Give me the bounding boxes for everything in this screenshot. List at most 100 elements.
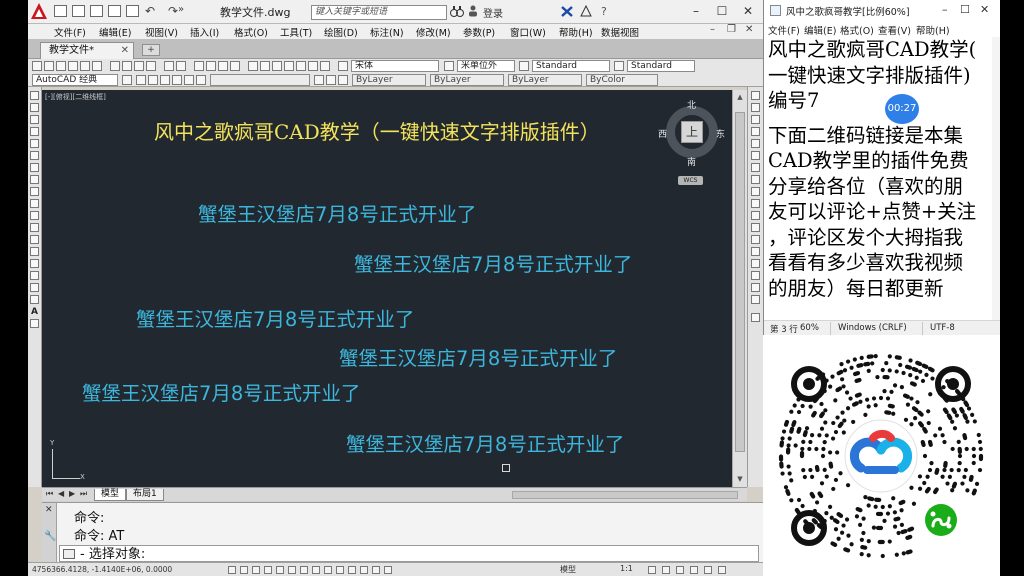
text-line-2[interactable]: 蟹堡王汉堡店7月8号正式开业了: [354, 248, 632, 277]
menu-parametric[interactable]: 参数(P): [463, 25, 495, 39]
ellipse-arc-tool-icon[interactable]: [30, 211, 39, 220]
blend-tool-icon[interactable]: [751, 283, 760, 292]
cursor-coordinates[interactable]: 4756366.4128, -1.4140E+06, 0.0000: [32, 565, 172, 574]
search-input[interactable]: 键入关键字或短语: [311, 5, 447, 20]
notepad-close-button[interactable]: ✕: [980, 3, 989, 16]
construction-line-icon[interactable]: [30, 103, 39, 112]
viewcube-top-face[interactable]: 上: [681, 121, 703, 143]
lineweight-toggle-icon[interactable]: [348, 566, 356, 574]
arc-tool-icon[interactable]: [30, 151, 39, 160]
polyline-tool-icon[interactable]: [30, 115, 39, 124]
vertical-scrollbar[interactable]: ▲ ▼: [732, 90, 747, 487]
tab-drawing-file[interactable]: 教学文件* ✕: [40, 42, 134, 59]
command-window-grip[interactable]: ✕ 🔧: [42, 503, 57, 563]
np-menu-help[interactable]: 帮助(H): [916, 23, 950, 37]
object-snap-icon[interactable]: [288, 566, 296, 574]
toolbar-tool-palette-icon[interactable]: [272, 61, 282, 71]
erase-tool-icon[interactable]: [751, 91, 760, 100]
menu-modify[interactable]: 修改(M): [416, 25, 451, 39]
scale-tool-icon[interactable]: [751, 175, 760, 184]
new-file-icon[interactable]: [54, 5, 67, 17]
communication-center-icon[interactable]: [580, 5, 592, 17]
toolbar-help-icon[interactable]: [320, 61, 330, 71]
explode-tool-icon[interactable]: [751, 295, 760, 304]
print-icon[interactable]: [126, 5, 139, 17]
minimize-button[interactable]: –: [683, 2, 709, 20]
layer-select[interactable]: [210, 74, 310, 86]
menu-view[interactable]: 视图(V): [145, 25, 178, 39]
menu-edit[interactable]: 编辑(E): [99, 25, 131, 39]
lineweight-select[interactable]: ByLayer: [508, 74, 582, 86]
doc-restore-button[interactable]: ❐: [727, 24, 736, 35]
exchange-icon[interactable]: [561, 6, 573, 17]
line-tool-icon[interactable]: [30, 91, 39, 100]
notepad-text-area[interactable]: 风中之歌疯哥CAD教学( 一键快速文字排版插件) 编号7 下面二维码链接是本集 …: [768, 37, 1000, 320]
layer-state-icon[interactable]: [338, 75, 348, 85]
last-layout-icon[interactable]: ⏭: [80, 489, 87, 499]
region-tool-icon[interactable]: [30, 283, 39, 292]
next-layout-icon[interactable]: ▶: [69, 489, 75, 498]
np-menu-format[interactable]: 格式(O): [840, 23, 874, 37]
text-line-3[interactable]: 蟹堡王汉堡店7月8号正式开业了: [136, 303, 414, 332]
layer-lock-icon[interactable]: [172, 75, 182, 85]
annotation-scale[interactable]: 1:1: [620, 564, 633, 573]
make-current-icon[interactable]: [314, 75, 324, 85]
save-as-icon[interactable]: [108, 5, 121, 17]
undo-icon[interactable]: ↶: [145, 4, 155, 18]
join-tool-icon[interactable]: [751, 247, 760, 256]
toolbar-redo-icon[interactable]: [176, 61, 186, 71]
trim-tool-icon[interactable]: [751, 199, 760, 208]
gradient-tool-icon[interactable]: [30, 271, 39, 280]
3d-osnap-icon[interactable]: [300, 566, 308, 574]
wcs-menu[interactable]: WCS: [678, 176, 703, 185]
compass-north[interactable]: 北: [687, 98, 696, 111]
workspace-settings-icon[interactable]: [122, 75, 132, 85]
layer-freeze-icon[interactable]: [160, 75, 170, 85]
tab-close-icon[interactable]: ✕: [121, 43, 129, 58]
scroll-up-icon[interactable]: ▲: [735, 92, 745, 102]
layer-manager-icon[interactable]: [136, 75, 146, 85]
menu-help[interactable]: 帮助(H): [559, 25, 593, 39]
toolbar-print-icon[interactable]: [68, 61, 78, 71]
toolbar-design-center-icon[interactable]: [260, 61, 270, 71]
np-menu-view[interactable]: 查看(V): [878, 23, 911, 37]
command-prompt-icon[interactable]: [63, 549, 75, 559]
drawing-canvas[interactable]: [-][俯视][二维线框] 风中之歌疯哥CAD教学（一键快速文字排版插件） 蟹堡…: [42, 90, 732, 487]
color-select[interactable]: ByLayer: [352, 74, 426, 86]
toolbar-save-icon[interactable]: [56, 61, 66, 71]
quick-properties-icon[interactable]: [372, 566, 380, 574]
annotation-visibility-icon[interactable]: [648, 566, 656, 574]
binoculars-icon[interactable]: [450, 5, 464, 18]
selection-cycling-icon[interactable]: [384, 566, 392, 574]
break-point-tool-icon[interactable]: [751, 223, 760, 232]
quick-access-more-icon[interactable]: »: [178, 4, 184, 15]
viewport-label[interactable]: [-][俯视][二维线框]: [45, 92, 106, 102]
open-file-icon[interactable]: [72, 5, 85, 17]
horizontal-scrollbar[interactable]: [512, 491, 738, 499]
linetype-select[interactable]: ByLayer: [430, 74, 504, 86]
toolbar-properties-icon[interactable]: [248, 61, 258, 71]
notepad-maximize-button[interactable]: ☐: [960, 3, 970, 16]
maximize-button[interactable]: ☐: [709, 2, 735, 20]
toolbar-sheet-set-icon[interactable]: [284, 61, 294, 71]
rectangle-tool-icon[interactable]: [30, 139, 39, 148]
rotate-tool-icon[interactable]: [751, 163, 760, 172]
dim-style-select[interactable]: 米单位外: [457, 60, 515, 72]
menu-draw[interactable]: 绘图(D): [324, 25, 358, 39]
menu-insert[interactable]: 插入(I): [190, 25, 219, 39]
workspace-switch-icon[interactable]: [662, 566, 670, 574]
toolbar-zoom-window-icon[interactable]: [218, 61, 228, 71]
array-tool-icon[interactable]: [751, 139, 760, 148]
viewcube[interactable]: 上 北 南 西 东: [658, 98, 725, 168]
toolbar-calc-icon[interactable]: [308, 61, 318, 71]
table-style-select[interactable]: Standard: [532, 60, 610, 72]
cad-title-text[interactable]: 风中之歌疯哥CAD教学（一键快速文字排版插件）: [154, 116, 600, 145]
mleader-style-select[interactable]: Standard: [627, 60, 695, 72]
np-menu-edit[interactable]: 编辑(E): [804, 23, 836, 37]
toolbar-paste-icon[interactable]: [134, 61, 144, 71]
insert-block-icon[interactable]: [30, 223, 39, 232]
toolbar-table-style-icon[interactable]: [519, 61, 529, 71]
autocad-logo-icon[interactable]: [30, 2, 48, 20]
layer-walk-icon[interactable]: [326, 75, 336, 85]
user-icon[interactable]: [468, 5, 478, 17]
